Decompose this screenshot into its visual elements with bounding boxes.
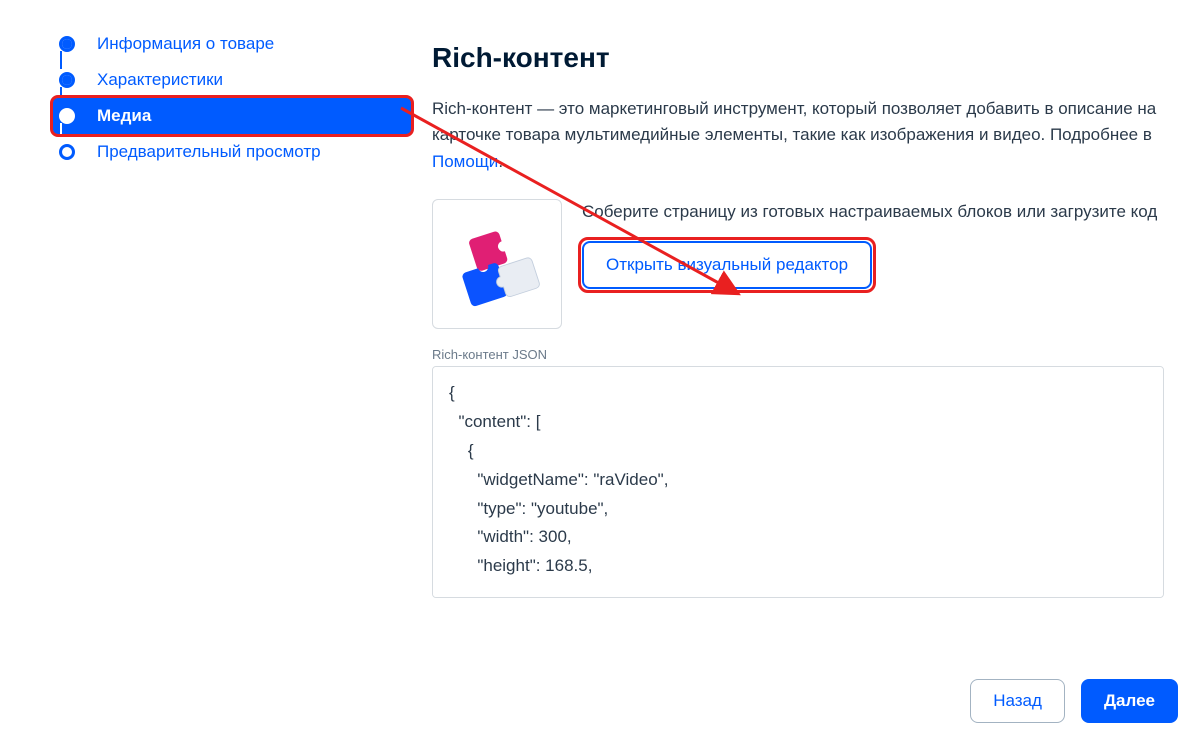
promo-card: Соберите страницу из готовых настраиваем… bbox=[432, 199, 1172, 329]
wizard-footer: Назад Далее bbox=[970, 679, 1178, 723]
next-button[interactable]: Далее bbox=[1081, 679, 1178, 723]
step-media[interactable]: Медиа bbox=[53, 98, 411, 134]
open-visual-editor-button[interactable]: Открыть визуальный редактор bbox=[582, 241, 872, 289]
promo-thumbnail bbox=[432, 199, 562, 329]
wizard-stepper: Информация о товаре Характеристики Медиа… bbox=[53, 26, 411, 170]
step-dot-icon bbox=[59, 36, 75, 52]
step-characteristics[interactable]: Характеристики bbox=[53, 62, 411, 98]
main-content: Rich-контент Rich-контент — это маркетин… bbox=[432, 42, 1172, 603]
step-dot-icon bbox=[59, 72, 75, 88]
step-label: Медиа bbox=[97, 106, 151, 126]
step-preview[interactable]: Предварительный просмотр bbox=[53, 134, 411, 170]
puzzle-icon bbox=[453, 220, 541, 308]
json-label: Rich-контент JSON bbox=[432, 347, 1172, 362]
rich-content-json-input[interactable] bbox=[432, 366, 1164, 598]
back-button[interactable]: Назад bbox=[970, 679, 1065, 723]
step-label: Предварительный просмотр bbox=[97, 142, 321, 162]
step-dot-icon bbox=[59, 144, 75, 160]
help-link[interactable]: Помощи bbox=[432, 152, 498, 171]
step-dot-icon bbox=[59, 108, 75, 124]
promo-text: Соберите страницу из готовых настраиваем… bbox=[582, 199, 1157, 225]
desc-lead: Rich-контент — это маркетинговый инструм… bbox=[432, 99, 1156, 144]
step-label: Информация о товаре bbox=[97, 34, 274, 54]
desc-trail: . bbox=[498, 152, 503, 171]
step-label: Характеристики bbox=[97, 70, 223, 90]
page-title: Rich-контент bbox=[432, 42, 1172, 74]
rich-content-description: Rich-контент — это маркетинговый инструм… bbox=[432, 96, 1172, 175]
step-product-info[interactable]: Информация о товаре bbox=[53, 26, 411, 62]
